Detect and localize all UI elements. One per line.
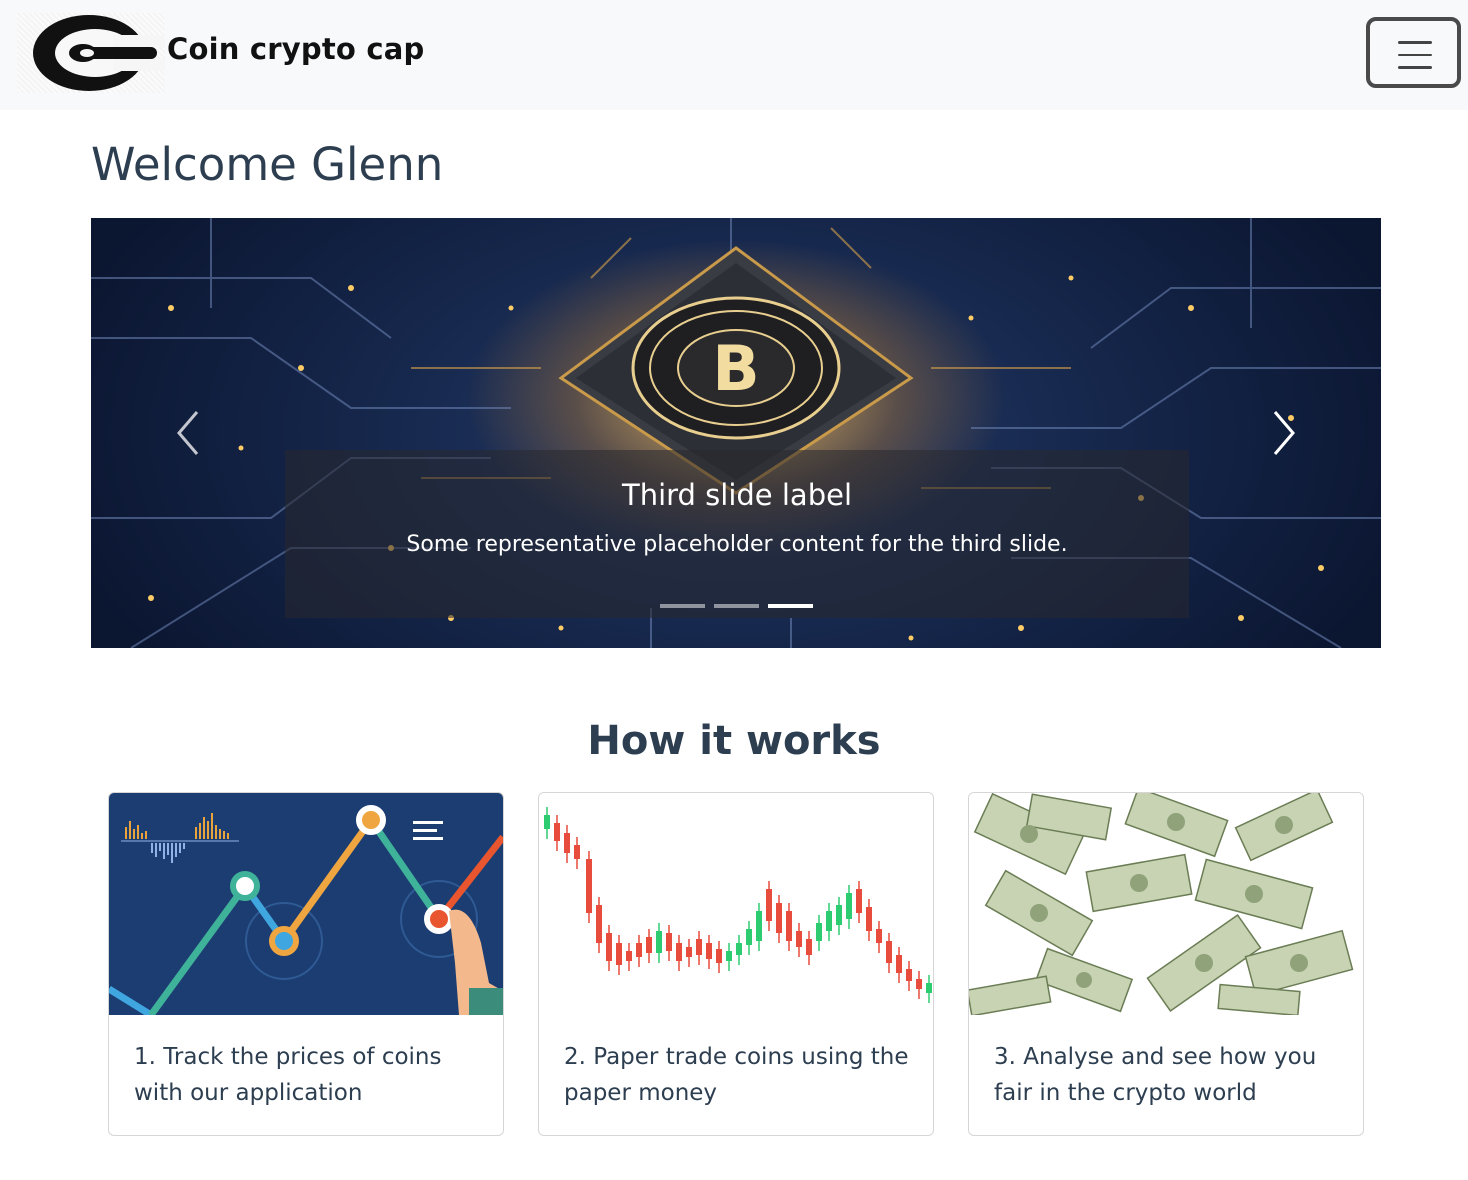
feature-text-track: 1. Track the prices of coins with our ap… [134,1044,442,1106]
candle-body [876,929,882,943]
candle-body [886,941,892,963]
navbar: Coin crypto cap [0,0,1468,110]
candle-body [636,943,642,957]
candle-body [796,931,802,947]
candle-body [586,859,592,913]
carousel-indicators [660,604,813,608]
candle-body [766,889,772,921]
candle-body [696,939,702,955]
candle-body [606,933,612,961]
chevron-right-icon [1273,411,1295,455]
candle-body [554,823,560,841]
candle-body [686,947,692,957]
candle-body [706,943,712,959]
feature-text-analyse: 3. Analyse and see how you fair in the c… [994,1044,1317,1106]
carousel-indicator-1[interactable] [660,604,705,608]
candle-body [616,943,622,965]
candle-body [656,931,662,953]
svg-text:B: B [712,332,759,405]
carousel-prev-button[interactable] [169,408,209,458]
carousel-indicator-3[interactable] [768,604,813,608]
candle-body [596,905,602,943]
candle-body [776,903,782,933]
candle-body [726,951,732,961]
candle-body [926,983,932,993]
growth-chart-image [109,793,503,1015]
candle-body [846,893,852,919]
feature-text-paper-trade: 2. Paper trade coins using the paper mon… [564,1044,909,1106]
candle-body [906,969,912,981]
falling-money-image [969,793,1363,1015]
candle-body [626,951,632,961]
brand-name[interactable]: Coin crypto cap [167,32,424,66]
carousel-next-button[interactable] [1265,408,1305,458]
candle-body [866,907,872,931]
candle-body [716,949,722,963]
how-it-works-heading: How it works [587,718,881,764]
candlestick-chart-image [539,793,933,1015]
feature-card-analyse: 3. Analyse and see how you fair in the c… [968,792,1364,1136]
candle-body [816,923,822,941]
candle-body [676,943,682,961]
candle-body [836,905,842,925]
candle-body [574,845,580,859]
coin-logo-icon[interactable] [17,13,165,93]
slide-description: Some representative placeholder content … [406,532,1068,557]
candle-body [826,911,832,931]
feature-card-track: 1. Track the prices of coins with our ap… [108,792,504,1136]
welcome-heading: Welcome Glenn [91,138,444,191]
slide-label: Third slide label [621,478,853,512]
candle-body [544,815,550,829]
carousel-caption: Third slide label Some representative pl… [285,450,1189,618]
navbar-toggler-button[interactable] [1366,17,1461,88]
carousel-indicator-2[interactable] [714,604,759,608]
candle-body [756,911,762,941]
chevron-left-icon [177,411,199,455]
feature-card-paper-trade: 2. Paper trade coins using the paper mon… [538,792,934,1136]
candle-body [736,943,742,955]
candle-body [806,939,812,955]
candle-body [896,955,902,973]
hamburger-menu-icon [1398,41,1432,79]
carousel: B Third slide label Some representative … [91,218,1381,648]
candle-body [646,937,652,953]
candle-body [666,933,672,951]
candle-body [746,929,752,945]
candle-body [856,889,862,913]
candle-body [564,833,570,853]
candle-body [786,911,792,941]
candle-body [916,979,922,989]
